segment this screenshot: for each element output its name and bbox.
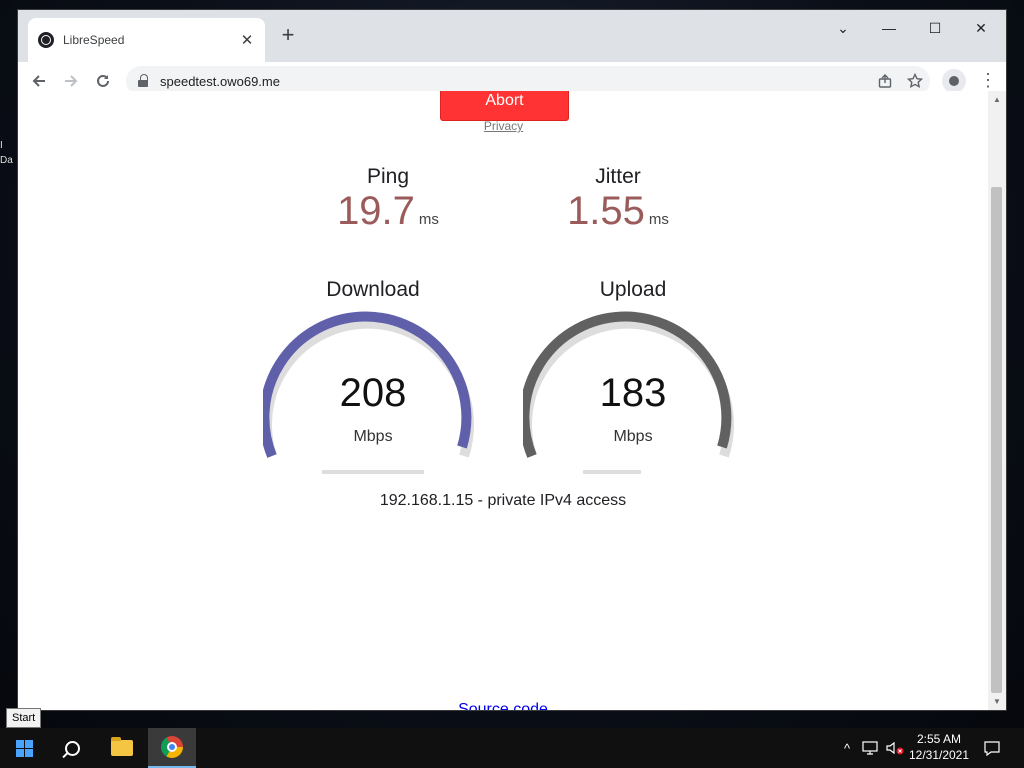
lock-icon[interactable]: [138, 74, 150, 88]
clock-time: 2:55 AM: [916, 732, 962, 746]
ping-value: 19.7: [337, 189, 415, 233]
chrome-taskbar-button[interactable]: [148, 728, 196, 768]
download-gauge: 208 Mbps: [263, 311, 483, 471]
upload-progress-bar: [583, 470, 641, 474]
search-icon: [64, 740, 80, 756]
browser-window: LibreSpeed ✕ + ⌄ — ☐ ✕ speedtest.owo69.m…: [18, 10, 1006, 710]
speedtest-page: Abort Privacy Ping 19.7 ms Jitter 1.55 ms …: [18, 91, 988, 710]
desktop-icon-fragment: Da: [0, 155, 13, 166]
download-progress-bar: [322, 470, 424, 474]
ping-metric: Ping 19.7 ms: [318, 165, 458, 234]
page-scrollbar[interactable]: ▲ ▼: [988, 91, 1006, 710]
desktop-icon-labels: I Da: [0, 140, 13, 170]
scroll-up-arrow-icon[interactable]: ▲: [988, 93, 1006, 107]
jitter-value: 1.55: [567, 189, 645, 233]
forward-arrow-icon: [65, 75, 78, 87]
file-explorer-button[interactable]: [98, 728, 146, 768]
source-code-link[interactable]: Source code: [18, 701, 988, 710]
start-tooltip: Start: [6, 708, 42, 728]
ping-unit: ms: [418, 211, 439, 228]
maximize-button[interactable]: ☐: [912, 10, 958, 46]
librespeed-favicon-icon: [38, 32, 54, 48]
search-button[interactable]: [48, 728, 96, 768]
reload-icon: [97, 74, 109, 87]
jitter-unit: ms: [648, 211, 669, 228]
taskbar: ^ 2:55 AM 12/31/2021: [0, 728, 1024, 768]
jitter-label: Jitter: [595, 165, 641, 188]
system-clock[interactable]: 2:55 AM 12/31/2021: [904, 731, 974, 763]
upload-label: Upload: [599, 278, 667, 301]
download-value: 208: [339, 371, 407, 415]
tab-close-icon[interactable]: ✕: [237, 30, 257, 50]
tab-strip: LibreSpeed ✕ + ⌄ — ☐ ✕: [18, 10, 1006, 62]
ping-label: Ping: [366, 165, 410, 188]
jitter-metric: Jitter 1.55 ms: [548, 165, 688, 234]
privacy-link[interactable]: Privacy: [440, 119, 567, 133]
folder-icon: [111, 737, 133, 756]
clock-date: 12/31/2021: [908, 748, 970, 762]
minimize-button[interactable]: —: [866, 10, 912, 46]
chrome-icon: [161, 736, 183, 758]
back-arrow-icon: [32, 75, 45, 87]
ip-info: 192.168.1.15 - private IPv4 access: [379, 492, 627, 509]
start-button[interactable]: [0, 728, 48, 768]
profile-avatar-icon[interactable]: [942, 69, 966, 93]
windows-logo-icon: [15, 739, 33, 757]
scroll-down-arrow-icon[interactable]: ▼: [988, 695, 1006, 709]
scrollbar-thumb[interactable]: [991, 187, 1002, 693]
tab-title: LibreSpeed: [63, 33, 125, 47]
network-icon[interactable]: [860, 728, 880, 768]
desktop-icon-fragment: I: [0, 140, 3, 151]
upload-unit: Mbps: [613, 428, 653, 445]
abort-button[interactable]: Abort: [440, 91, 569, 121]
download-label: Download: [326, 278, 420, 301]
tab-librespeed[interactable]: LibreSpeed ✕: [28, 18, 265, 62]
close-window-button[interactable]: ✕: [958, 10, 1004, 46]
show-hidden-icons-chevron-icon[interactable]: ^: [838, 728, 856, 768]
tab-search-button[interactable]: ⌄: [820, 10, 866, 46]
volume-muted-icon[interactable]: [884, 728, 906, 768]
upload-value: 183: [599, 371, 667, 415]
new-tab-button[interactable]: +: [276, 24, 300, 48]
url-text[interactable]: speedtest.owo69.me: [160, 74, 870, 89]
download-unit: Mbps: [353, 428, 393, 445]
upload-gauge: 183 Mbps: [523, 311, 743, 471]
notifications-icon[interactable]: [980, 728, 1004, 768]
